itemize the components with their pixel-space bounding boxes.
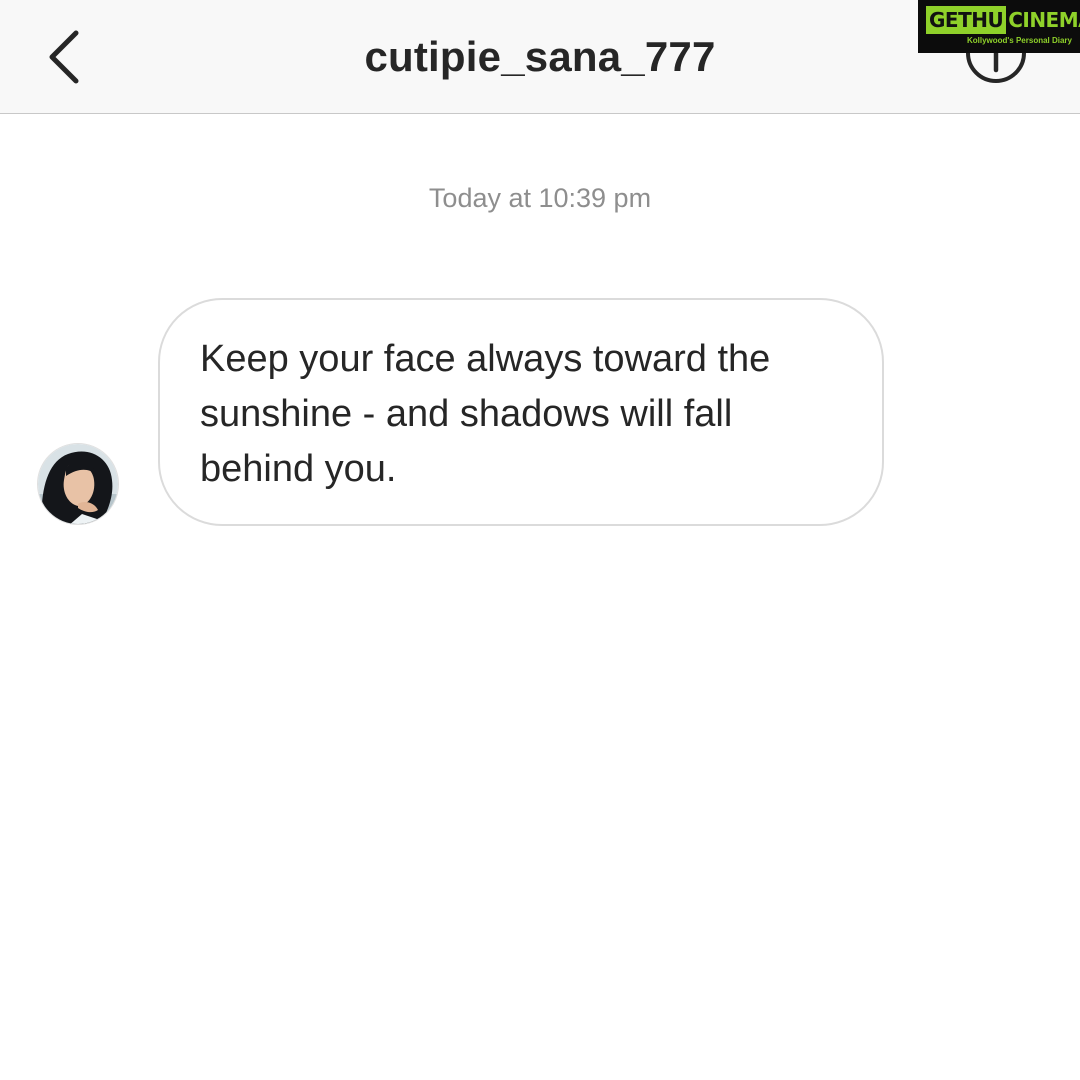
watermark-brand-part2: CINEMA [1008,8,1080,32]
message-text: Keep your face always toward the sunshin… [200,338,771,490]
message-bubble[interactable]: Keep your face always toward the sunshin… [158,298,884,526]
message-timestamp: Today at 10:39 pm [428,183,652,213]
watermark-brand-part1: GETHU [926,6,1007,34]
watermark-logo: GETHU CINEMA Kollywood's Personal Diary [918,0,1080,53]
watermark-tagline: Kollywood's Personal Diary [966,36,1072,45]
direct-message-screen: cutipie_sana_777 GETHU CINEMA Kollywood'… [0,0,1080,1080]
sender-avatar[interactable] [37,443,119,525]
profile-avatar-image [38,444,118,524]
